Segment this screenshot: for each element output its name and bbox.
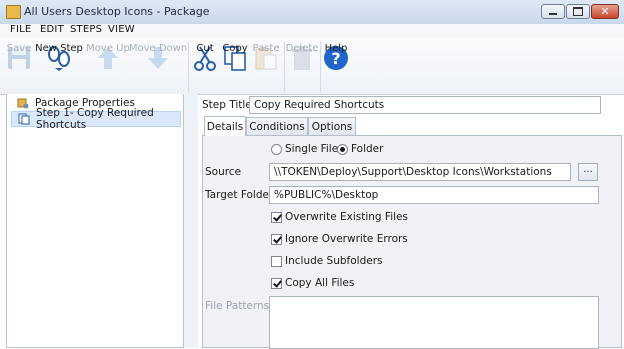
single-file-label: Single File xyxy=(285,143,339,155)
overwrite-existing-label: Overwrite Existing Files xyxy=(285,211,408,223)
move-up-label: Move Up xyxy=(86,43,130,54)
tab-details[interactable]: Details xyxy=(204,116,246,136)
menu-view[interactable]: VIEW xyxy=(108,24,135,35)
tree-item-step-1[interactable]: Step 1- Copy Required Shortcuts xyxy=(11,107,181,131)
tab-conditions[interactable]: Conditions xyxy=(246,117,308,135)
close-button[interactable]: ✕ xyxy=(591,4,619,19)
move-down-label: Move Down xyxy=(128,43,188,54)
folder-radio[interactable] xyxy=(337,144,348,155)
browse-button[interactable]: ... xyxy=(578,163,598,181)
copy-label: Copy xyxy=(222,43,248,54)
target-folder-label: Target Folder xyxy=(205,189,274,201)
include-subfolders-checkbox[interactable] xyxy=(271,256,282,267)
close-icon: ✕ xyxy=(600,5,610,18)
copy-all-files-label: Copy All Files xyxy=(285,277,355,289)
menu-file[interactable]: FILE xyxy=(10,24,31,35)
cut-label: Cut xyxy=(196,43,214,54)
details-panel: Single File Folder Source \\TOKEN\Deploy… xyxy=(202,135,622,349)
ribbon-toolbar: Save New Step Move Up Move Down Cut Copy xyxy=(0,38,624,95)
delete-button[interactable]: Delete xyxy=(286,40,318,92)
single-file-radio[interactable] xyxy=(271,144,282,155)
file-patterns-list[interactable] xyxy=(269,296,599,349)
maximize-icon xyxy=(573,7,583,16)
maximize-button[interactable] xyxy=(566,4,590,19)
copy-all-files-checkbox[interactable] xyxy=(271,278,282,289)
cut-button[interactable]: Cut xyxy=(192,40,218,92)
minimize-icon xyxy=(549,13,557,15)
tab-options[interactable]: Options xyxy=(308,117,356,135)
copy-button[interactable]: Copy xyxy=(220,40,250,92)
step-title-input[interactable]: Copy Required Shortcuts xyxy=(249,96,601,114)
new-step-button[interactable]: New Step xyxy=(35,40,83,92)
delete-label: Delete xyxy=(285,43,319,54)
step-title-label: Step Title xyxy=(202,99,252,111)
window-title: All Users Desktop Icons - Package xyxy=(24,5,210,18)
menu-bar: FILE EDIT STEPS VIEW xyxy=(0,24,624,38)
ribbon-separator xyxy=(188,42,189,92)
paste-label: Paste xyxy=(252,43,280,54)
move-down-button[interactable]: Move Down xyxy=(128,40,188,92)
source-input[interactable]: \\TOKEN\Deploy\Support\Desktop Icons\Wor… xyxy=(269,163,571,181)
save-label: Save xyxy=(6,43,32,54)
target-folder-input[interactable]: %PUBLIC%\Desktop xyxy=(269,186,599,204)
new-step-label: New Step xyxy=(35,43,83,54)
app-package-icon xyxy=(6,5,21,19)
overwrite-existing-checkbox[interactable] xyxy=(271,212,282,223)
save-button[interactable]: Save xyxy=(4,40,34,92)
source-label: Source xyxy=(205,166,242,178)
help-label: Help xyxy=(324,43,348,54)
ribbon-separator xyxy=(320,42,321,92)
include-subfolders-label: Include Subfolders xyxy=(285,255,383,267)
package-properties-icon xyxy=(17,97,29,109)
title-bar: All Users Desktop Icons - Package ✕ xyxy=(0,0,624,25)
step-tree: Package Properties Step 1- Copy Required… xyxy=(6,94,184,348)
ignore-overwrite-errors-checkbox[interactable] xyxy=(271,234,282,245)
file-patterns-label: File Patterns xyxy=(205,300,270,312)
step-copy-icon xyxy=(18,113,30,125)
folder-label: Folder xyxy=(351,143,384,155)
move-up-button[interactable]: Move Up xyxy=(86,40,130,92)
menu-steps[interactable]: STEPS xyxy=(70,24,102,35)
step-editor: Step Title Copy Required Shortcuts Detai… xyxy=(198,94,624,349)
ignore-overwrite-errors-label: Ignore Overwrite Errors xyxy=(285,233,408,245)
pane-splitter[interactable] xyxy=(184,94,198,348)
tree-item-label: Step 1- Copy Required Shortcuts xyxy=(36,107,154,131)
help-button[interactable]: ? Help xyxy=(322,40,350,92)
paste-button[interactable]: Paste xyxy=(252,40,280,92)
minimize-button[interactable] xyxy=(541,4,565,19)
menu-edit[interactable]: EDIT xyxy=(40,24,64,35)
